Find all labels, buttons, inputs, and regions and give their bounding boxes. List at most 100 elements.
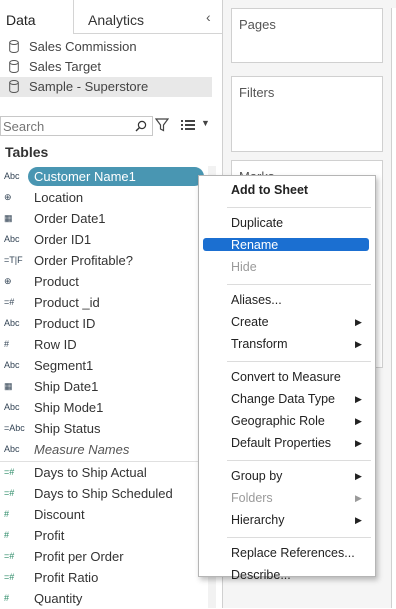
field-label: Segment1 xyxy=(34,358,94,373)
submenu-arrow-icon: ▶ xyxy=(355,339,362,349)
tab-analytics[interactable]: Analytics xyxy=(88,0,144,33)
menu-item-hierarchy[interactable]: Hierarchy ▶ xyxy=(199,510,377,530)
menu-item-label: Convert to Measure xyxy=(231,370,341,384)
field-type-icon: # xyxy=(4,530,10,540)
field-item[interactable]: Abc Ship Mode1 xyxy=(0,397,222,418)
menu-separator xyxy=(227,284,371,285)
field-item[interactable]: =# Days to Ship Scheduled xyxy=(0,483,222,504)
field-item[interactable]: ⊕ Product xyxy=(0,271,222,292)
menu-highlight xyxy=(203,238,369,251)
field-item[interactable]: # Row ID xyxy=(0,334,222,355)
field-type-icon: =# xyxy=(4,551,15,561)
data-source-item[interactable]: Sales Target xyxy=(0,57,222,77)
menu-separator xyxy=(227,460,371,461)
menu-item-label: Transform xyxy=(231,337,288,351)
field-type-icon: Abc xyxy=(4,171,20,181)
menu-item-label: Replace References... xyxy=(231,546,355,560)
search-input[interactable] xyxy=(1,117,128,135)
filter-icon[interactable] xyxy=(155,118,169,132)
data-source-item[interactable]: Sales Commission xyxy=(0,37,222,57)
menu-item-label: Geographic Role xyxy=(231,414,325,428)
menu-separator xyxy=(227,207,371,208)
field-type-icon: =Abc xyxy=(4,423,25,433)
menu-item-transform[interactable]: Transform ▶ xyxy=(199,334,377,354)
filters-shelf-title: Filters xyxy=(239,85,275,100)
database-icon xyxy=(9,60,19,73)
field-label: Days to Ship Scheduled xyxy=(34,486,173,501)
field-type-icon: # xyxy=(4,593,10,603)
data-source-label: Sample - Superstore xyxy=(29,79,149,94)
field-type-icon: Abc xyxy=(4,444,20,454)
field-label: Ship Mode1 xyxy=(34,400,104,415)
menu-item-group-by[interactable]: Group by ▶ xyxy=(199,466,377,486)
field-type-icon: =T|F xyxy=(4,255,23,265)
pages-shelf-title: Pages xyxy=(239,17,276,32)
field-item[interactable]: Abc Segment1 xyxy=(0,355,222,376)
field-label: Ship Date1 xyxy=(34,379,99,394)
menu-item-label: Rename xyxy=(231,238,279,252)
field-item[interactable]: =# Product _id xyxy=(0,292,222,313)
submenu-arrow-icon: ▶ xyxy=(355,515,362,525)
field-item[interactable]: # Discount xyxy=(0,504,222,525)
menu-item-create[interactable]: Create ▶ xyxy=(199,312,377,332)
field-item[interactable]: =# Profit per Order xyxy=(0,546,222,567)
columns-shelf-edge xyxy=(391,8,396,608)
data-source-list: Sales Commission Sales Target Sample - Sup… xyxy=(0,37,222,97)
list-view-icon[interactable] xyxy=(181,119,195,131)
field-label: Row ID xyxy=(34,337,77,352)
database-icon xyxy=(9,40,19,53)
menu-item-duplicate[interactable]: Duplicate xyxy=(199,213,377,233)
data-source-label: Sales Target xyxy=(29,59,102,74)
menu-item-aliases[interactable]: Aliases... xyxy=(199,290,377,310)
field-label: Days to Ship Actual xyxy=(34,465,147,480)
menu-item-convert-to-measure[interactable]: Convert to Measure xyxy=(199,367,377,387)
tab-data[interactable]: Data xyxy=(0,0,74,34)
field-item[interactable]: =T|F Order Profitable? xyxy=(0,250,222,271)
field-label: Location xyxy=(34,190,84,205)
field-type-icon: ⊕ xyxy=(4,276,12,286)
field-label: Order Date1 xyxy=(34,211,106,226)
field-type-icon: Abc xyxy=(4,318,20,328)
field-item[interactable]: =# Profit Ratio xyxy=(0,567,222,588)
data-source-item[interactable]: Sample - Superstore xyxy=(0,77,212,97)
field-item[interactable]: ⊕ Location xyxy=(0,187,222,208)
field-label: Measure Names xyxy=(34,442,130,457)
submenu-arrow-icon: ▶ xyxy=(355,416,362,426)
field-item[interactable]: ▦ Order Date1 xyxy=(0,208,222,229)
menu-item-label: Default Properties xyxy=(231,436,332,450)
menu-item-label: Change Data Type xyxy=(231,392,336,406)
chevron-left-icon[interactable]: ‹ xyxy=(206,10,220,24)
field-item[interactable]: Abc Order ID1 xyxy=(0,229,222,250)
field-item[interactable]: ▦ Ship Date1 xyxy=(0,376,222,397)
menu-item-rename[interactable]: Rename xyxy=(199,235,377,255)
field-item[interactable]: # Quantity xyxy=(0,588,222,609)
field-label: Quantity xyxy=(34,591,83,606)
menu-item-hide: Hide xyxy=(199,257,377,277)
field-label: Product xyxy=(34,274,79,289)
context-menu: Add to Sheet Duplicate Rename Hide Aliases..… xyxy=(198,175,377,582)
field-type-icon: Abc xyxy=(4,402,20,412)
menu-separator xyxy=(227,361,371,362)
menu-item-describe[interactable]: Describe... xyxy=(199,565,377,585)
filters-shelf[interactable]: Filters xyxy=(231,76,383,152)
search-icon[interactable] xyxy=(135,120,147,132)
menu-item-label: Add to Sheet xyxy=(231,183,309,197)
field-item[interactable]: =Abc Ship Status xyxy=(0,418,222,439)
menu-item-default-properties[interactable]: Default Properties ▶ xyxy=(199,433,377,453)
menu-item-add-to-sheet[interactable]: Add to Sheet xyxy=(199,180,377,200)
submenu-arrow-icon: ▶ xyxy=(355,438,362,448)
field-item[interactable]: Abc Product ID xyxy=(0,313,222,334)
field-item[interactable]: # Profit xyxy=(0,525,222,546)
menu-item-replace-references[interactable]: Replace References... xyxy=(199,543,377,563)
pages-shelf[interactable]: Pages xyxy=(231,8,383,63)
field-item[interactable]: Abc Measure Names xyxy=(0,439,222,460)
menu-item-change-data-type[interactable]: Change Data Type ▶ xyxy=(199,389,377,409)
field-type-icon: # xyxy=(4,339,10,349)
field-label: Profit per Order xyxy=(34,549,124,564)
search-field[interactable] xyxy=(0,116,153,136)
field-item[interactable]: Abc Customer Name1 xyxy=(0,166,222,187)
menu-item-geographic-role[interactable]: Geographic Role ▶ xyxy=(199,411,377,431)
field-type-icon: =# xyxy=(4,488,15,498)
chevron-down-icon[interactable]: ▼ xyxy=(201,118,210,128)
field-item[interactable]: =# Days to Ship Actual xyxy=(0,462,222,483)
